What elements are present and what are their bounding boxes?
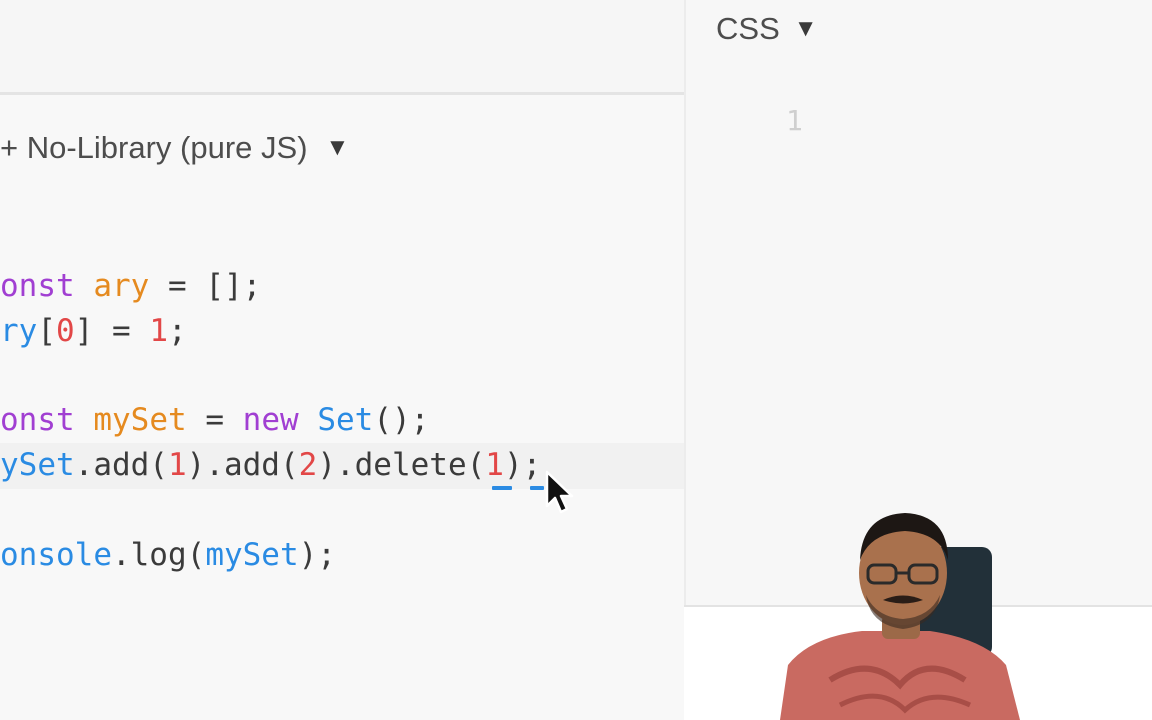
code-token: ary [93, 268, 150, 304]
code-token: (); [373, 402, 430, 438]
presenter-webcam [780, 513, 1020, 720]
code-token: ySet [0, 447, 75, 483]
code-token: []; [205, 268, 262, 304]
code-token: = [186, 402, 243, 438]
code-token: ).delete( [317, 447, 486, 483]
screen: + No-Library (pure JS) ▼ onst ary = []; … [0, 0, 1152, 720]
code-token: onsole [0, 537, 112, 573]
code-line-3[interactable]: onst mySet = new Set(); [0, 398, 429, 443]
triangle-down-icon[interactable]: ▼ [326, 134, 350, 162]
triangle-down-icon[interactable]: ▼ [794, 15, 818, 43]
code-token: [ [37, 313, 56, 349]
code-token: ).add( [186, 447, 299, 483]
code-line-1[interactable]: onst ary = []; [0, 264, 261, 309]
mouse-cursor-icon [545, 470, 574, 514]
code-token: ); [503, 447, 542, 483]
code-line-5[interactable]: onsole.log(mySet); [0, 533, 336, 578]
code-token: .add( [74, 447, 168, 483]
code-token: .log( [111, 537, 206, 573]
code-line-4[interactable]: ySet.add(1).add(2).delete(1); [0, 443, 541, 488]
code-token: new [242, 402, 318, 438]
code-token: mySet [205, 537, 299, 573]
code-token: 2 [298, 447, 318, 483]
code-token: 0 [56, 313, 75, 349]
code-token: Set [317, 402, 374, 438]
js-panel-divider [0, 92, 684, 95]
code-token: 1 [485, 447, 504, 483]
code-token: ] = [74, 313, 150, 349]
js-editor-panel: + No-Library (pure JS) ▼ onst ary = []; … [0, 0, 684, 720]
code-token: onst [0, 268, 94, 304]
code-token: onst [0, 402, 94, 438]
code-token: mySet [93, 402, 187, 438]
library-selector-label: + No-Library (pure JS) [0, 130, 308, 165]
library-selector[interactable]: + No-Library (pure JS) ▼ [0, 128, 349, 168]
css-line-number: 1 [786, 104, 803, 137]
code-token: ); [298, 537, 336, 573]
code-line-2[interactable]: ry[0] = 1; [0, 309, 187, 354]
js-panel-top-strip [0, 0, 684, 92]
code-token: = [149, 268, 206, 304]
code-token: 1 [167, 447, 187, 483]
bracket-match-underline [492, 486, 512, 490]
css-panel-header[interactable]: CSS ▼ [716, 8, 818, 50]
css-panel-title: CSS [716, 11, 780, 46]
bracket-match-underline [530, 486, 544, 490]
code-token: 1 [149, 313, 168, 349]
code-token: ry [0, 313, 38, 349]
code-token: ; [168, 313, 187, 349]
